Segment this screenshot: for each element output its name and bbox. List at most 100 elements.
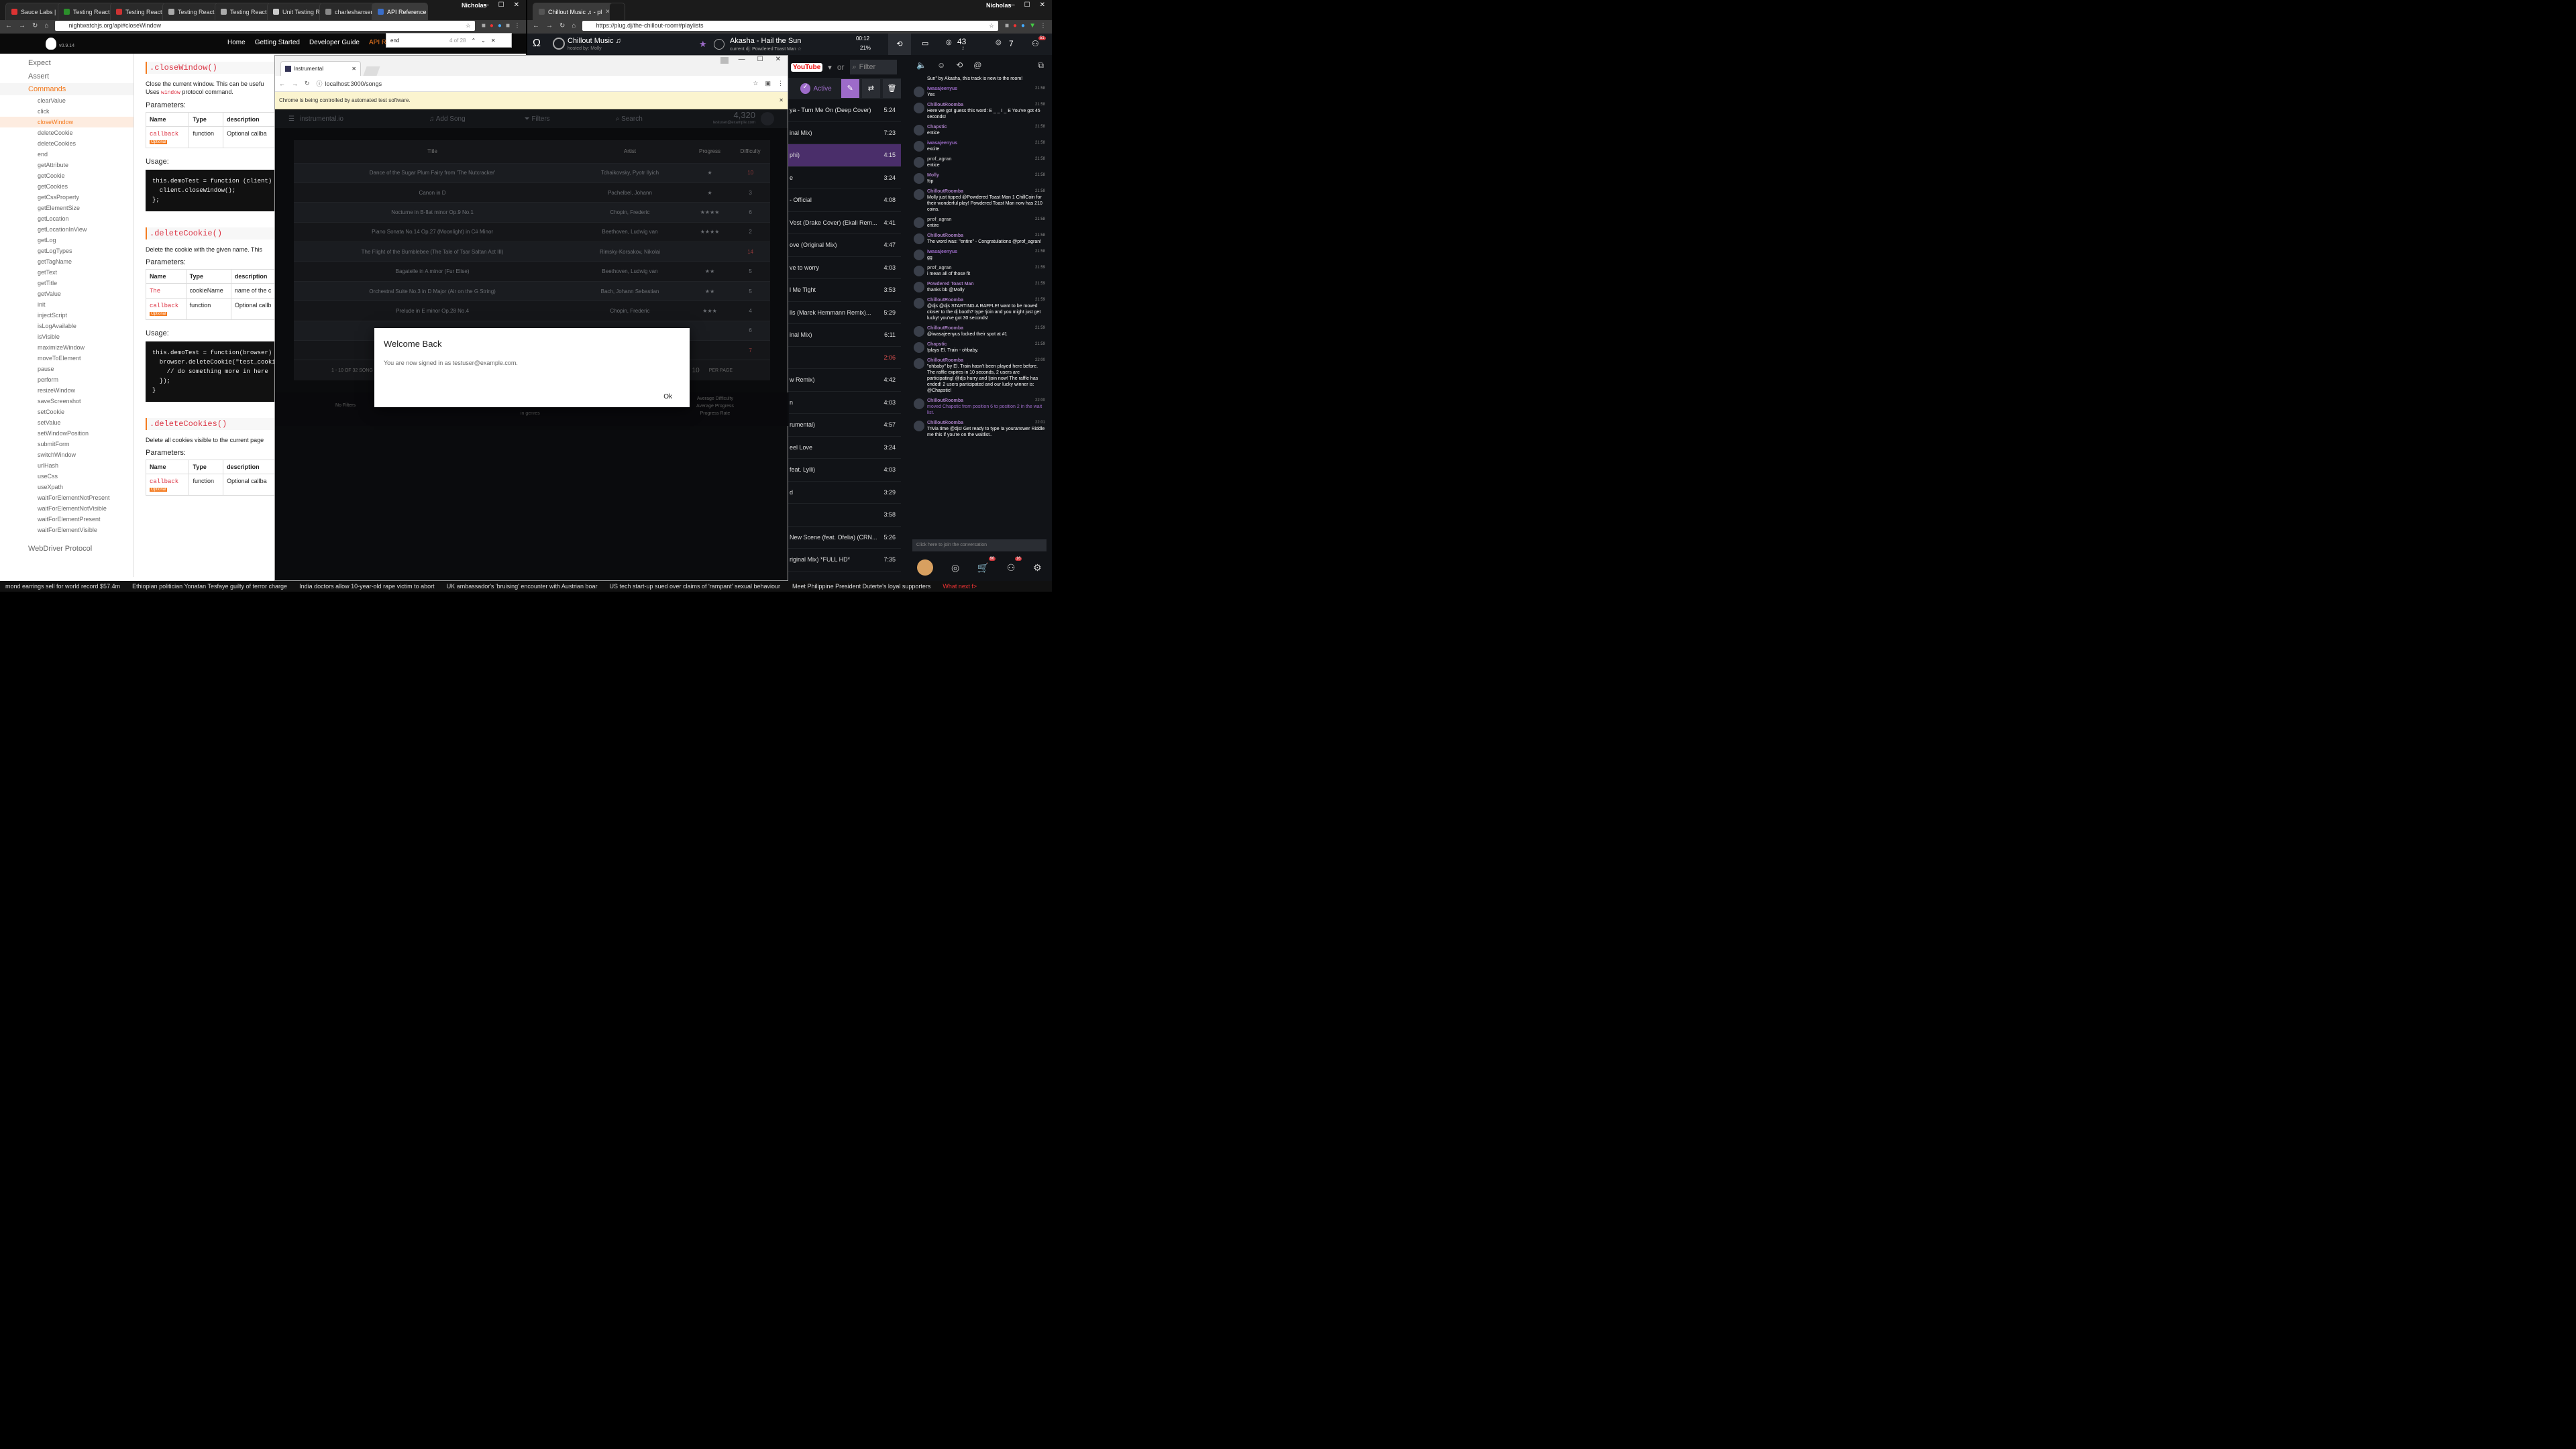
- playlist-item[interactable]: riginal Mix) *FULL HD* 7:35: [788, 549, 901, 572]
- chat-username[interactable]: ChilloutRoomba: [927, 420, 1045, 426]
- extension-icon[interactable]: ■: [1005, 22, 1009, 30]
- nav-link[interactable]: Developer Guide: [309, 39, 360, 46]
- reload-icon[interactable]: ↻: [559, 22, 565, 30]
- trash-icon[interactable]: 🗑: [882, 79, 901, 98]
- sidebar-command[interactable]: init: [0, 299, 133, 310]
- sidebar-command[interactable]: urlHash: [0, 460, 133, 471]
- favorite-star-icon[interactable]: ★: [699, 39, 707, 50]
- browser-tab[interactable]: Unit Testing R✕: [267, 3, 323, 20]
- minimize-icon[interactable]: —: [482, 1, 489, 9]
- back-icon[interactable]: ←: [279, 80, 285, 87]
- sidebar-command[interactable]: getLocationInView: [0, 224, 133, 235]
- browser-tab[interactable]: charleshansen✕: [319, 3, 376, 20]
- waitlist-icon[interactable]: ◎: [996, 39, 1002, 46]
- edit-icon[interactable]: ✎: [841, 79, 859, 98]
- avatar[interactable]: [914, 173, 924, 184]
- sidebar-command[interactable]: click: [0, 106, 133, 117]
- nightwatch-owl-logo-icon[interactable]: [46, 38, 56, 50]
- avatar[interactable]: [914, 421, 924, 431]
- avatar[interactable]: [914, 326, 924, 337]
- avatar[interactable]: [917, 559, 934, 576]
- avatar[interactable]: [914, 282, 924, 292]
- sidebar-command[interactable]: setCookie: [0, 407, 133, 417]
- playlist-item[interactable]: New Scene (feat. Ofelia) (CRN... 5:26: [788, 527, 901, 549]
- home-icon[interactable]: ⌂: [572, 22, 576, 30]
- address-bar[interactable]: ⓘ localhost:3000/songs: [317, 79, 747, 88]
- avatar[interactable]: [914, 189, 924, 200]
- playlist-item[interactable]: - Official 4:08: [788, 189, 901, 212]
- sidebar-command[interactable]: moveToElement: [0, 353, 133, 364]
- sidebar-command[interactable]: perform: [0, 374, 133, 385]
- sidebar-command[interactable]: getCssProperty: [0, 192, 133, 203]
- sidebar-section[interactable]: Assert: [20, 70, 133, 83]
- extension-icon[interactable]: ●: [498, 22, 502, 30]
- nav-link[interactable]: Getting Started: [255, 39, 300, 46]
- chat-username[interactable]: Chapstic: [927, 124, 1045, 130]
- browser-tab[interactable]: Testing React✕: [58, 3, 114, 20]
- sidebar-command[interactable]: waitForElementPresent: [0, 514, 133, 525]
- ticker-headline[interactable]: US tech start-up sued over claims of 'ra…: [609, 583, 780, 590]
- tab-instrumental[interactable]: Instrumental ✕: [280, 61, 361, 76]
- find-input[interactable]: end: [390, 38, 431, 44]
- avatar[interactable]: [914, 103, 924, 113]
- menu-dots-icon[interactable]: ⋮: [1040, 22, 1046, 30]
- sidebar-command[interactable]: useXpath: [0, 482, 133, 492]
- emoji-icon[interactable]: ☺: [937, 60, 945, 70]
- address-bar[interactable]: https://plug.dj/the-chillout-room#playli…: [582, 20, 998, 31]
- new-tab-button[interactable]: [363, 66, 380, 76]
- browser-tab[interactable]: Testing React✕: [110, 3, 166, 20]
- chat-username[interactable]: iwasajeenyus: [927, 249, 1045, 255]
- bookmark-star-icon[interactable]: ☆: [989, 22, 994, 30]
- sidebar-command[interactable]: getText: [0, 267, 133, 278]
- extension-icon[interactable]: ■: [506, 22, 510, 30]
- sidebar-command[interactable]: getLogTypes: [0, 246, 133, 256]
- playlist-item[interactable]: eel Love 3:24: [788, 437, 901, 459]
- sidebar-command[interactable]: useCss: [0, 471, 133, 482]
- chat-username[interactable]: ChilloutRoomba: [927, 358, 1045, 364]
- bookmark-star-icon[interactable]: ☆: [753, 80, 758, 87]
- menu-dots-icon[interactable]: ⋮: [514, 22, 521, 30]
- extension-icon[interactable]: ●: [1021, 22, 1025, 30]
- find-prev-icon[interactable]: ⌃: [471, 38, 476, 44]
- extension-icon[interactable]: ●: [490, 22, 494, 30]
- sidebar-command[interactable]: getCookies: [0, 181, 133, 192]
- sidebar-command[interactable]: clearValue: [0, 95, 133, 106]
- close-icon[interactable]: ✕: [1040, 1, 1045, 9]
- find-next-icon[interactable]: ⌄: [481, 38, 486, 44]
- shop-icon[interactable]: 🛒 90: [977, 556, 996, 574]
- extension-icon[interactable]: ▼: [1029, 22, 1036, 30]
- home-icon[interactable]: ⌂: [44, 22, 48, 30]
- sidebar-command[interactable]: isVisible: [0, 331, 133, 342]
- playlist-item[interactable]: feat. Lylli) 4:03: [788, 459, 901, 482]
- forward-icon[interactable]: →: [292, 80, 298, 87]
- chat-username[interactable]: iwasajeenyus: [927, 140, 1045, 146]
- plug-logo-icon[interactable]: Ω: [533, 38, 541, 50]
- new-tab-button[interactable]: [609, 3, 625, 20]
- friends-icon[interactable]: ⚇ 16: [1007, 556, 1022, 574]
- audience-icon[interactable]: ◎: [946, 39, 952, 46]
- avatar[interactable]: [914, 342, 924, 353]
- sidebar-section[interactable]: WebDriver Protocol: [20, 542, 133, 555]
- sidebar-command[interactable]: maximizeWindow: [0, 342, 133, 353]
- room-name[interactable]: Chillout Music ♫: [568, 37, 621, 45]
- nav-link[interactable]: Home: [227, 39, 246, 46]
- sidebar-command[interactable]: injectScript: [0, 310, 133, 321]
- chat-icon[interactable]: ▭: [922, 39, 928, 48]
- infobar-close-icon[interactable]: ✕: [779, 97, 784, 103]
- menu-dots-icon[interactable]: ⋮: [777, 80, 784, 87]
- tab-plug[interactable]: Chillout Music ♫ - pl ✕: [533, 3, 613, 20]
- sidebar-command[interactable]: deleteCookies: [0, 138, 133, 149]
- sidebar-command[interactable]: setWindowPosition: [0, 428, 133, 439]
- playlist-item[interactable]: l Me Tight 3:53: [788, 279, 901, 302]
- address-bar[interactable]: nightwatchjs.org/api#closeWindow ☆: [55, 20, 475, 31]
- ticker-headline[interactable]: India doctors allow 10-year-old rape vic…: [299, 583, 435, 590]
- avatar[interactable]: [914, 233, 924, 244]
- playlist-item[interactable]: n 4:03: [788, 392, 901, 414]
- chat-username[interactable]: ChilloutRoomba: [927, 102, 1045, 108]
- reload-icon[interactable]: ↻: [305, 80, 310, 87]
- forward-icon[interactable]: →: [546, 22, 553, 30]
- avatar[interactable]: [914, 358, 924, 369]
- active-check-icon[interactable]: ✓: [800, 83, 811, 94]
- chat-username[interactable]: Molly: [927, 172, 1045, 178]
- chat-username[interactable]: ChilloutRoomba: [927, 233, 1045, 239]
